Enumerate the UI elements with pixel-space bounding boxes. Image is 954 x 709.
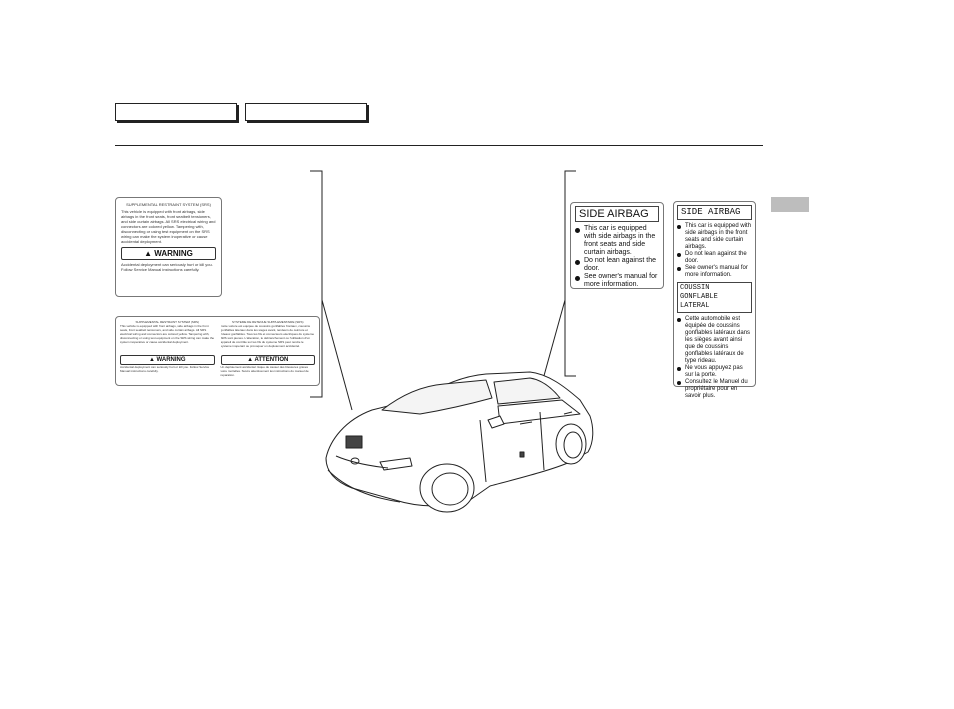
car-illustration (310, 170, 594, 513)
